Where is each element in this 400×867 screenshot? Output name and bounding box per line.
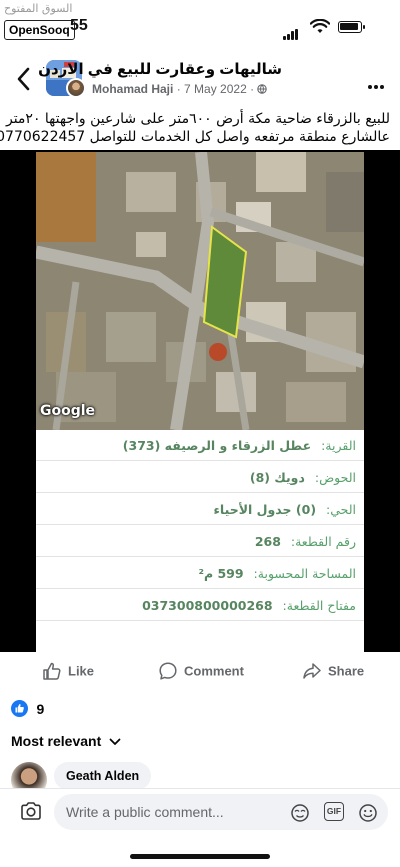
meta-separator: · bbox=[176, 82, 181, 96]
parcel-label: الحوض: bbox=[314, 470, 356, 485]
like-label: Like bbox=[68, 663, 95, 679]
comment-button[interactable]: Comment bbox=[158, 661, 244, 687]
opensooq-badge: OpenSooq bbox=[4, 20, 75, 40]
parcel-row: المساحة المحسوبة: 599 م² bbox=[36, 558, 364, 589]
signal-icon bbox=[283, 22, 299, 40]
parcel-row: رقم القطعة: 268 bbox=[36, 526, 364, 557]
watermark-text: السوق المفتوح bbox=[4, 2, 73, 15]
gif-icon[interactable]: GIF bbox=[324, 802, 344, 821]
camera-icon[interactable] bbox=[20, 801, 42, 821]
home-indicator[interactable] bbox=[130, 854, 270, 859]
parcel-label: القرية: bbox=[321, 438, 356, 453]
share-icon bbox=[303, 663, 321, 679]
satellite-map-image[interactable] bbox=[36, 152, 364, 430]
author-name[interactable]: Mohamad Haji bbox=[92, 82, 173, 96]
reaction-count: 9 bbox=[36, 700, 45, 717]
sort-label: Most relevant bbox=[11, 733, 102, 749]
post-text-line: للبيع بالزرقاء ضاحية مكة أرض ٦٠٠متر على … bbox=[5, 111, 390, 127]
status-bar: السوق المفتوح OpenSooq 55 bbox=[0, 0, 400, 48]
parcel-value: (0) جدول الأحياء bbox=[213, 502, 317, 517]
comment-label: Comment bbox=[184, 663, 244, 679]
parcel-row: الحي: (0) جدول الأحياء bbox=[36, 494, 364, 525]
post-actions-bar: Like Comment Share bbox=[0, 656, 400, 690]
commenter-name[interactable]: Geath Alden bbox=[54, 762, 152, 790]
chevron-left-icon[interactable] bbox=[14, 66, 34, 92]
group-name[interactable]: شاليهات وعقارت للبيع في الاردن bbox=[38, 60, 282, 78]
post-text: للبيع بالزرقاء ضاحية مكة أرض ٦٠٠متر على … bbox=[0, 110, 390, 146]
parcel-info-panel: القرية: عطل الزرقاء و الرصيفه (373) الحو… bbox=[36, 430, 364, 652]
like-button[interactable]: Like bbox=[42, 661, 94, 687]
more-options-icon[interactable] bbox=[368, 76, 386, 94]
comment-composer: GIF bbox=[0, 788, 400, 834]
post-date[interactable]: 7 May 2022 bbox=[184, 82, 247, 96]
parcel-label: المساحة المحسوبة: bbox=[253, 566, 356, 581]
reaction-summary[interactable]: 9 bbox=[11, 700, 44, 718]
wifi-icon bbox=[310, 19, 330, 33]
thumbs-up-icon bbox=[43, 662, 61, 680]
parcel-value: 268 bbox=[254, 534, 281, 549]
google-attribution: Google bbox=[40, 403, 96, 419]
parcel-label: مفتاح القطعة: bbox=[282, 598, 356, 613]
chevron-down-icon bbox=[109, 738, 121, 746]
parcel-row: الحوض: دويك (8) bbox=[36, 462, 364, 493]
parcel-label: رقم القطعة: bbox=[290, 534, 356, 549]
parcel-value: 037300800000268 bbox=[142, 598, 273, 613]
comment-icon bbox=[159, 662, 177, 680]
meta-separator-2: · bbox=[250, 82, 255, 96]
share-label: Share bbox=[328, 663, 365, 679]
parcel-value: 599 م² bbox=[198, 566, 244, 581]
battery-icon bbox=[338, 21, 365, 33]
parcel-value: دويك (8) bbox=[249, 470, 305, 485]
comment-input-wrap[interactable]: GIF bbox=[54, 794, 388, 830]
post-meta: Mohamad Haji · 7 May 2022 · bbox=[92, 82, 268, 96]
parcel-row: القرية: عطل الزرقاء و الرصيفه (373) bbox=[36, 430, 364, 461]
share-button[interactable]: Share bbox=[302, 661, 364, 687]
like-icon bbox=[11, 700, 28, 718]
emoji-icon[interactable] bbox=[358, 803, 378, 823]
author-avatar[interactable] bbox=[66, 78, 86, 98]
parcel-row: مفتاح القطعة: 037300800000268 bbox=[36, 590, 364, 621]
parcel-value: عطل الزرقاء و الرصيفه (373) bbox=[122, 438, 312, 453]
status-time: 55 bbox=[70, 17, 88, 34]
avatar-sticker-icon[interactable] bbox=[290, 803, 310, 823]
globe-icon bbox=[257, 84, 268, 94]
parcel-label: الحي: bbox=[326, 502, 356, 517]
post-text-line: عالشارع منطقة مرتفعه واصل كل الخدمات للت… bbox=[0, 129, 390, 145]
sort-comments-dropdown[interactable]: Most relevant bbox=[11, 733, 121, 749]
comment-input[interactable] bbox=[66, 794, 286, 830]
